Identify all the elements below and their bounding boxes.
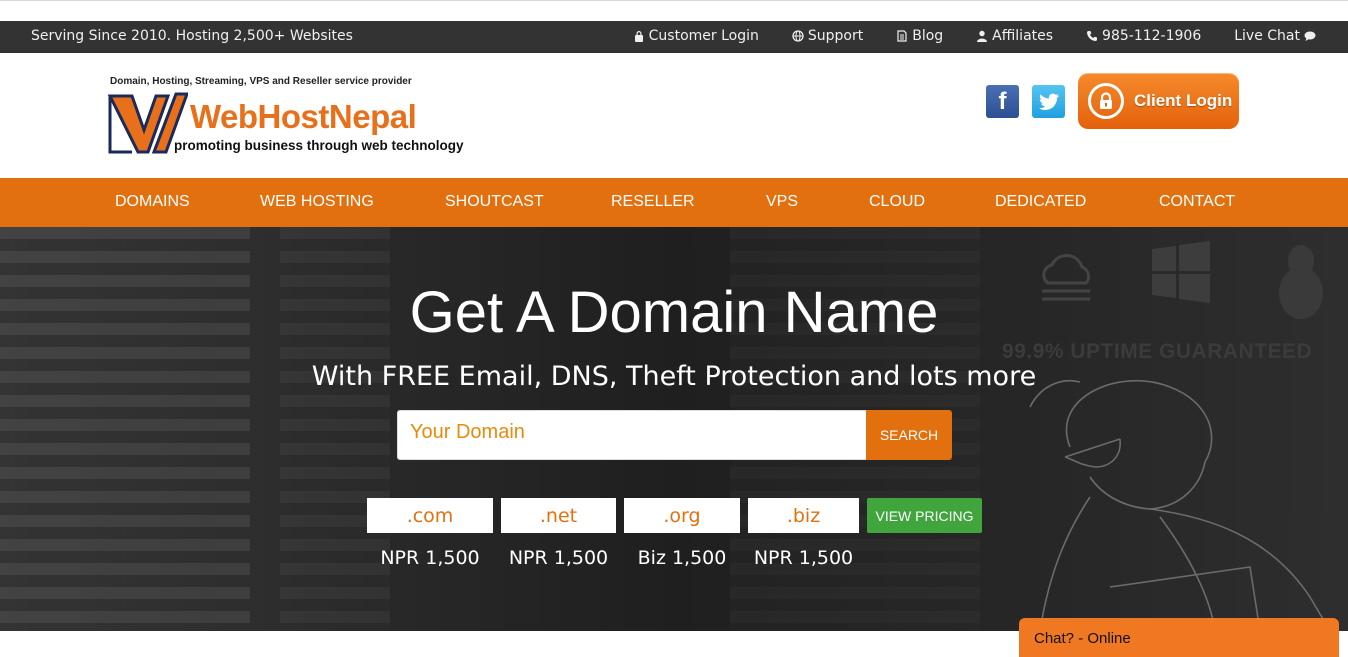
nav-vps[interactable]: VPS [766, 193, 798, 211]
nav-dedicated[interactable]: DEDICATED [995, 193, 1086, 211]
top-bar: Serving Since 2010. Hosting 2,500+ Websi… [0, 21, 1348, 53]
live-chat-link[interactable]: Live Chat [1234, 28, 1316, 44]
topbar-tagline: Serving Since 2010. Hosting 2,500+ Websi… [31, 28, 353, 44]
nav-cloud[interactable]: CLOUD [869, 193, 925, 211]
tld-org-price: Biz 1,500 [637, 547, 727, 569]
customer-login-label: Customer Login [648, 28, 759, 44]
tld-com[interactable]: .com [367, 498, 493, 533]
phone-number: 985-112-1906 [1102, 28, 1202, 44]
logo-slogan: promoting business through web technolog… [174, 138, 464, 153]
hero-subtitle: With FREE Email, DNS, Theft Protection a… [311, 361, 1037, 392]
client-login-label: Client Login [1134, 91, 1233, 110]
top-border [0, 0, 1348, 21]
phone-icon [1087, 31, 1098, 41]
nav-reseller[interactable]: RESELLER [611, 193, 695, 211]
user-icon [977, 30, 988, 42]
logo-name: WebHostNepal [190, 98, 417, 135]
logo-tagline: Domain, Hosting, Streaming, VPS and Rese… [110, 76, 412, 87]
blog-label: Blog [912, 28, 944, 44]
facebook-icon: f [998, 87, 1007, 115]
client-login-button[interactable]: Client Login [1078, 73, 1239, 129]
support-link[interactable]: Support [792, 28, 863, 44]
tld-com-price: NPR 1,500 [380, 547, 480, 569]
tld-net[interactable]: .net [501, 498, 616, 533]
support-label: Support [807, 28, 864, 44]
phone-link[interactable]: 985-112-1906 [1086, 28, 1201, 44]
hero-banner: 99.9% UPTIME GUARANTEED Get A Domain Nam… [0, 227, 1348, 631]
affiliates-label: Affiliates [992, 28, 1054, 44]
main-nav: DOMAINS WEB HOSTING SHOUTCAST RESELLER V… [0, 178, 1348, 227]
nav-web-hosting[interactable]: WEB HOSTING [260, 193, 374, 211]
tld-biz-price: NPR 1,500 [753, 547, 854, 569]
topbar-links: Customer Login Support Blog Affiliates 9… [600, 28, 1316, 44]
lock-icon [634, 31, 643, 42]
document-icon [897, 30, 907, 42]
globe-icon [792, 30, 804, 42]
customer-login-link[interactable]: Customer Login [633, 28, 759, 44]
hero-title: Get A Domain Name [409, 280, 939, 345]
live-chat-widget[interactable]: Chat? - Online [1019, 618, 1339, 657]
live-chat-label: Live Chat [1234, 28, 1300, 44]
view-pricing-button[interactable]: VIEW PRICING [867, 498, 982, 533]
tld-net-price: NPR 1,500 [508, 547, 609, 569]
twitter-link[interactable] [1032, 85, 1065, 118]
chat-bubble-icon [1304, 31, 1316, 41]
nav-shoutcast[interactable]: SHOUTCAST [445, 193, 544, 211]
developer-illustration [1029, 379, 1331, 631]
domain-search-input[interactable]: Your Domain [397, 410, 867, 460]
tld-org[interactable]: .org [624, 498, 740, 533]
site-header: Domain, Hosting, Streaming, VPS and Rese… [0, 53, 1348, 178]
facebook-link[interactable]: f [986, 85, 1019, 118]
nav-contact[interactable]: CONTACT [1159, 193, 1235, 211]
affiliates-link[interactable]: Affiliates [976, 28, 1053, 44]
twitter-icon [1032, 85, 1065, 118]
tld-biz[interactable]: .biz [748, 498, 859, 533]
blog-link[interactable]: Blog [896, 28, 943, 44]
domain-search-button[interactable]: SEARCH [866, 410, 952, 460]
nav-domains[interactable]: DOMAINS [115, 193, 190, 211]
padlock-icon [1088, 83, 1124, 119]
site-logo[interactable]: Domain, Hosting, Streaming, VPS and Rese… [108, 76, 468, 160]
